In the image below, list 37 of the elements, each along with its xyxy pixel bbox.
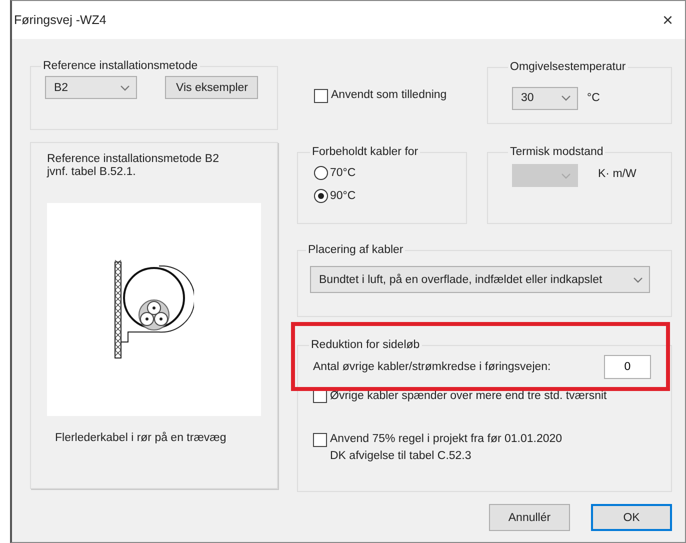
count-field[interactable]: 0 <box>604 355 651 379</box>
examples-button[interactable]: Vis eksempler <box>165 76 258 99</box>
group-label: Omgivelsestemperatur <box>509 61 627 73</box>
temperature-dropdown[interactable]: 30 <box>512 86 578 110</box>
radio-option[interactable]: 70°C <box>314 166 450 180</box>
radio-button[interactable] <box>314 189 328 203</box>
radio-option[interactable]: 90°C <box>314 189 450 203</box>
group-label: Termisk modstand <box>509 146 604 158</box>
checkbox[interactable] <box>314 89 328 103</box>
window-title: Føringsvej -WZ4 <box>14 13 106 27</box>
unit-label: °C <box>587 92 600 104</box>
close-button[interactable]: × <box>658 10 677 30</box>
group-label: Reference installationsmetode <box>42 60 199 72</box>
placement-dropdown[interactable]: Bundtet i luft, på en overflade, indfældet eller indkapslet <box>310 266 650 293</box>
method-dropdown[interactable]: B2 <box>45 76 137 99</box>
checkbox[interactable] <box>313 433 327 447</box>
checkbox-label[interactable]: Anvendt som tilledning <box>331 89 447 101</box>
note-text: DK afvigelse til tabel C.52.3 <box>330 450 472 462</box>
radio-label[interactable]: 70°C <box>330 167 356 179</box>
group-label: Forbeholdt kabler for <box>311 146 420 158</box>
group-label: Reduktion for sideløb <box>310 339 421 351</box>
chevron-icon <box>561 95 571 101</box>
preview-subtitle: jvnf. tabel B.52.1. <box>47 166 137 179</box>
group-label: Placering af kabler <box>307 244 404 256</box>
checkbox-label[interactable]: Anvend 75% regel i projekt fra før 01.01.2020 <box>330 433 562 445</box>
radio-button[interactable] <box>314 166 328 180</box>
count-label: Antal øvrige kabler/strømkredse i føringsvejen: <box>313 361 551 373</box>
checkbox-label[interactable]: Øvrige kabler spænder over mere end tre std. tværsnit <box>330 390 607 402</box>
chevron-icon <box>633 276 643 282</box>
preview-title: Reference installationsmetode B2 <box>47 153 220 166</box>
unit-label: K· m/W <box>598 168 636 180</box>
chevron-icon <box>561 172 571 178</box>
dialog-button[interactable]: OK <box>591 504 672 531</box>
dialog-button[interactable]: Annullér <box>489 504 570 531</box>
chevron-icon <box>120 84 130 90</box>
preview-caption: Flerlederkabel i rør på en trævæg <box>54 432 228 444</box>
radio-label[interactable]: 90°C <box>330 190 356 202</box>
